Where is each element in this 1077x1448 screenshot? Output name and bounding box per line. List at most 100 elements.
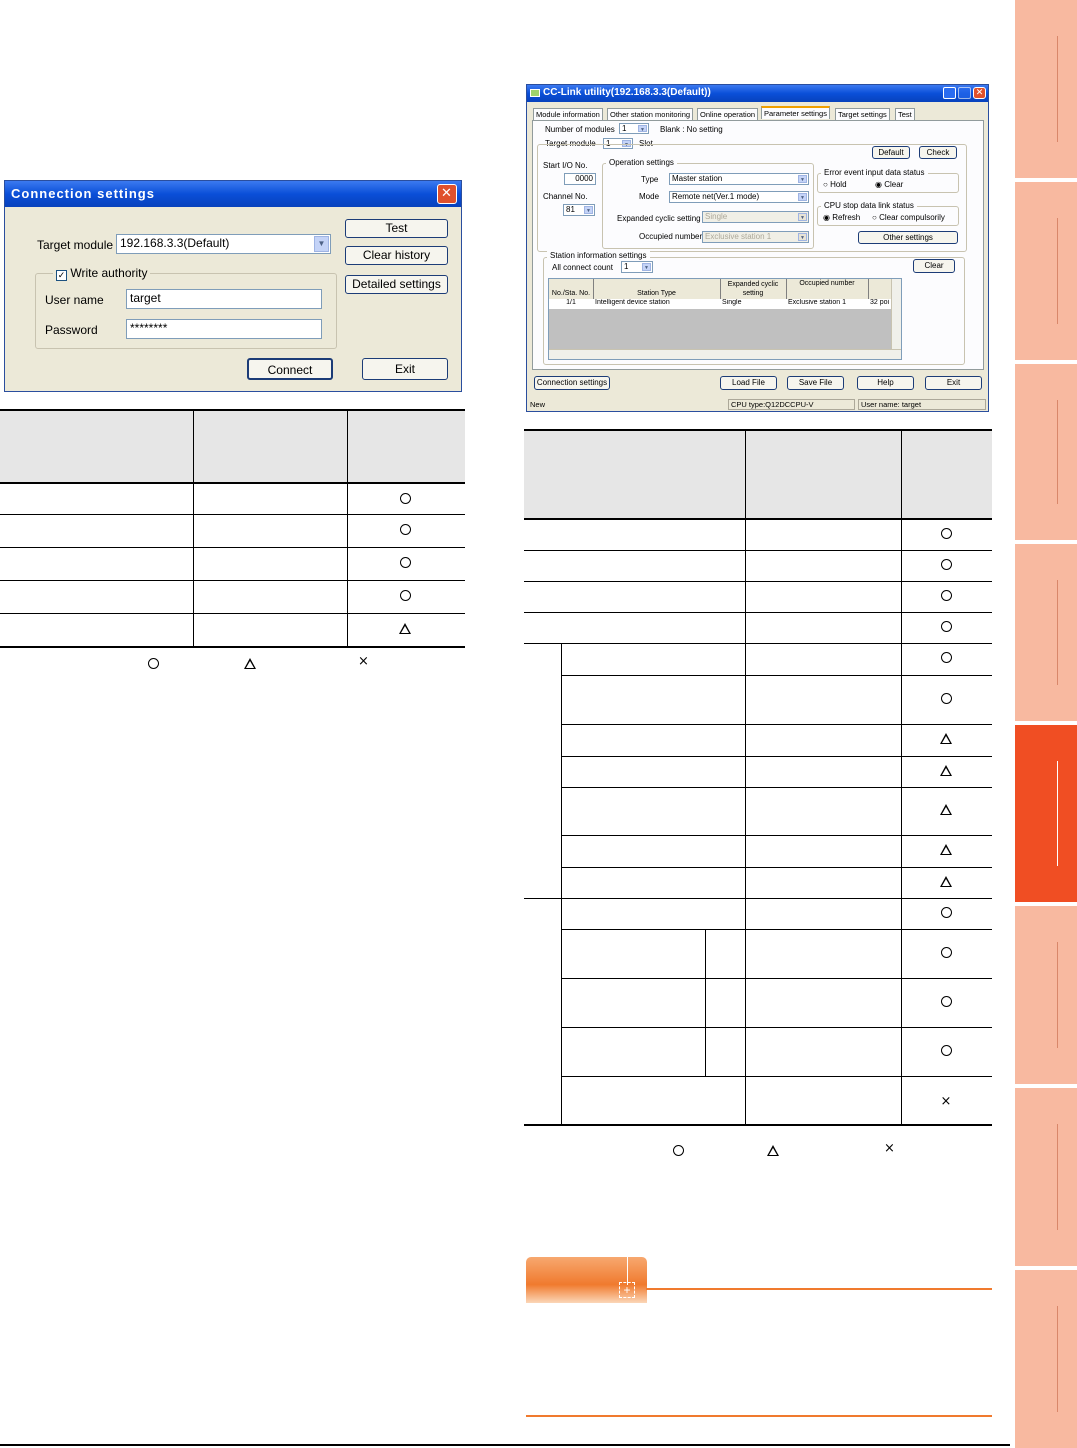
type-label: Type — [641, 175, 659, 184]
legend-cross-icon: × — [358, 654, 369, 669]
table-rule — [524, 612, 992, 613]
legend-triangle-icon — [767, 1143, 779, 1161]
utility-titlebar: CC-Link utility(192.168.3.3(Default)) ✕ — [527, 85, 988, 102]
grid-data-row[interactable]: 1/1 Intelligent device station Single Ex… — [549, 299, 891, 309]
table-rule — [901, 429, 902, 1125]
circle-icon — [390, 524, 420, 539]
test-button[interactable]: Test — [345, 219, 448, 238]
channel-select[interactable]: 81 ▼ — [563, 204, 595, 216]
table-rule — [561, 1027, 992, 1028]
horizontal-scrollbar[interactable] — [549, 349, 901, 359]
tab-target-settings[interactable]: Target settings — [835, 108, 890, 120]
chevron-down-icon[interactable]: ▼ — [798, 233, 807, 241]
chevron-down-icon[interactable]: ▼ — [798, 213, 807, 221]
close-icon[interactable]: ✕ — [437, 184, 457, 204]
clear-radio[interactable]: ◉ Clear — [875, 180, 903, 189]
password-label: Password — [45, 323, 98, 337]
other-settings-button[interactable]: Other settings — [858, 231, 958, 244]
chevron-down-icon[interactable]: ▼ — [798, 193, 807, 201]
table-rule — [561, 787, 992, 788]
close-icon[interactable]: ✕ — [973, 87, 986, 99]
circle-icon — [931, 906, 961, 922]
table-rule — [524, 429, 992, 431]
table-rule — [561, 835, 992, 836]
side-tab-3 — [1015, 364, 1077, 540]
left-legend: × — [0, 654, 465, 670]
maximize-icon[interactable] — [958, 87, 971, 99]
connect-button[interactable]: Connect — [247, 358, 333, 380]
save-file-button[interactable]: Save File — [787, 376, 844, 390]
side-tab-5-active — [1015, 725, 1077, 902]
all-connect-select[interactable]: 1 ▼ — [621, 261, 653, 273]
chevron-down-icon[interactable]: ▼ — [642, 263, 651, 271]
point-badge-divider — [627, 1257, 628, 1285]
legend-circle-icon — [673, 1143, 684, 1161]
status-mid: CPU type:Q12DCCPU-V — [728, 399, 855, 410]
user-name-input[interactable]: target — [126, 289, 322, 309]
write-authority-checkbox-row[interactable]: ✓ Write authority — [53, 266, 151, 281]
status-left: New — [530, 400, 546, 409]
start-io-input[interactable]: 0000 — [564, 173, 596, 185]
triangle-icon — [931, 733, 961, 748]
table-rule — [561, 756, 992, 757]
expanded-cyclic-label: Expanded cyclic setting — [617, 214, 701, 223]
occupied-number-label: Occupied number — [639, 232, 703, 241]
table-rule — [705, 929, 706, 1076]
number-of-modules-select[interactable]: 1 ▼ — [619, 123, 649, 134]
help-button[interactable]: Help — [857, 376, 914, 390]
connection-settings-button[interactable]: Connection settings — [534, 376, 610, 390]
cpu-stop-label: CPU stop data link status — [821, 201, 917, 210]
table-rule — [561, 978, 992, 979]
grid-header-occupied: Occupied number — [799, 280, 855, 287]
table-rule — [745, 429, 746, 1125]
vertical-scrollbar[interactable] — [891, 279, 901, 349]
hold-radio[interactable]: ○ Hold — [823, 180, 847, 189]
chevron-down-icon[interactable]: ▼ — [798, 175, 807, 183]
detailed-settings-button[interactable]: Detailed settings — [345, 275, 448, 294]
table-rule — [524, 1124, 992, 1126]
checkbox-checked-icon[interactable]: ✓ — [56, 270, 67, 281]
circle-icon — [931, 1044, 961, 1060]
clear-history-button[interactable]: Clear history — [345, 246, 448, 265]
right-table-header — [524, 431, 992, 519]
tab-module-information[interactable]: Module information — [533, 108, 603, 120]
chevron-down-icon[interactable]: ▼ — [638, 125, 647, 133]
circle-icon — [390, 493, 420, 508]
right-legend: × — [524, 1141, 992, 1157]
occupied-number-select[interactable]: Exclusive station 1 ▼ — [702, 231, 809, 243]
expanded-cyclic-select[interactable]: Single ▼ — [702, 211, 809, 223]
type-select[interactable]: Master station ▼ — [669, 173, 809, 185]
point-box-top-rule — [646, 1288, 992, 1290]
triangle-icon — [931, 804, 961, 819]
tab-parameter-settings[interactable]: Parameter settings — [761, 106, 830, 119]
mode-select[interactable]: Remote net(Ver.1 mode) ▼ — [669, 191, 809, 203]
page-bottom-rule — [0, 1444, 1010, 1446]
start-io-label: Start I/O No. — [543, 161, 588, 170]
refresh-radio[interactable]: ◉ Refresh — [823, 213, 860, 222]
chevron-down-icon[interactable]: ▼ — [584, 206, 593, 214]
tab-other-station-monitoring[interactable]: Other station monitoring — [607, 108, 694, 120]
tab-test[interactable]: Test — [895, 108, 915, 120]
chevron-down-icon[interactable]: ▼ — [314, 236, 329, 252]
clear-button[interactable]: Clear — [913, 259, 955, 273]
dialog-title: Connection settings — [11, 186, 155, 201]
target-module-select[interactable]: 192.168.3.3(Default) ▼ — [116, 234, 331, 254]
cc-link-utility-window: CC-Link utility(192.168.3.3(Default)) ✕ … — [526, 84, 989, 412]
minimize-icon[interactable] — [943, 87, 956, 99]
app-icon — [530, 89, 540, 97]
cross-icon: × — [940, 1093, 952, 1109]
table-rule — [561, 643, 562, 1125]
password-input[interactable]: ******** — [126, 319, 322, 339]
load-file-button[interactable]: Load File — [720, 376, 777, 390]
exit-button[interactable]: Exit — [362, 358, 448, 380]
legend-triangle-icon — [244, 656, 256, 674]
triangle-icon — [931, 764, 961, 780]
error-event-label: Error event input data status — [821, 168, 928, 177]
tab-online-operation[interactable]: Online operation — [697, 108, 759, 120]
clear-compulsorily-radio[interactable]: ○ Clear compulsorily — [872, 213, 945, 222]
side-tab-7 — [1015, 1088, 1077, 1266]
blank-note: Blank : No setting — [660, 125, 723, 134]
status-bar: New CPU type:Q12DCCPU-V User name: targe… — [528, 399, 987, 411]
exit-button[interactable]: Exit — [925, 376, 982, 390]
legend-circle-icon — [148, 656, 159, 674]
